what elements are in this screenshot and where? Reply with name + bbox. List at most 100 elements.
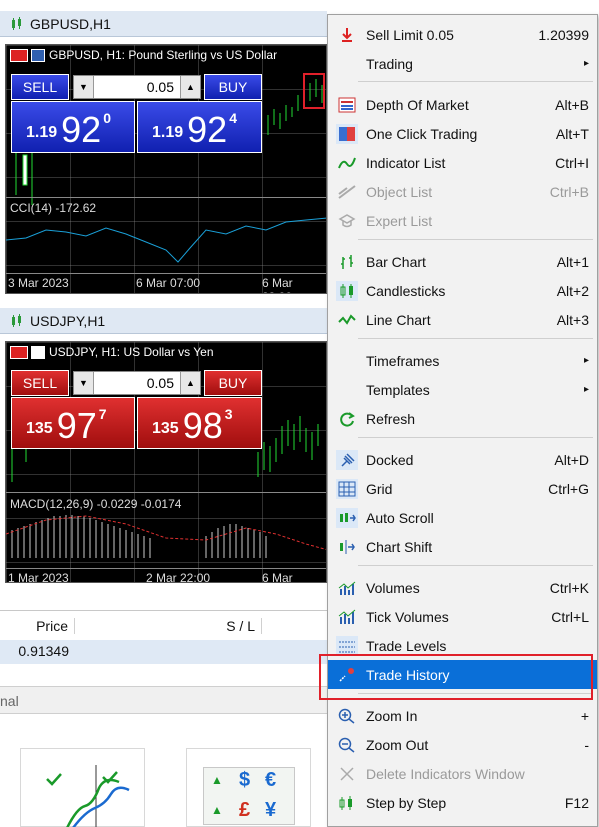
menu-item-step-by-step[interactable]: Step by Step F12 (328, 788, 597, 817)
one-click-trading-icon (336, 124, 358, 144)
trade-levels-icon (336, 636, 358, 656)
menu-item-label: Timeframes (366, 352, 440, 369)
menu-item-shortcut: Alt+D (554, 451, 589, 468)
grid-icon (336, 479, 358, 499)
menu-item-label: Indicator List (366, 154, 446, 171)
bottom-tab-strip: nal (0, 686, 327, 714)
menu-item-shortcut: Alt+B (555, 96, 589, 113)
macd-histogram (6, 515, 326, 558)
menu-item-timeframes[interactable]: Timeframes ▸ (328, 346, 597, 375)
chevron-up-icon[interactable]: ▲ (180, 372, 200, 394)
gbpusd-window-titlebar[interactable]: GBPUSD,H1 (0, 11, 327, 37)
gbpusd-volume-value[interactable]: 0.05 (94, 79, 180, 95)
market-watch-widget[interactable]: ▲ $ € ▲ £ ¥ (186, 748, 311, 827)
chart-context-menu: Sell Limit 0.05 1.20399 Trading ▸ Depth … (327, 14, 598, 827)
gbpusd-ask-price[interactable]: 1.19 92 4 (137, 101, 262, 153)
menu-item-label: Zoom Out (366, 736, 429, 753)
menu-item-label: Depth Of Market (366, 96, 469, 113)
menu-item-expert-list[interactable]: Expert List (328, 206, 597, 235)
menu-item-candlesticks[interactable]: Candlesticks Alt+2 (328, 276, 597, 305)
price-column-header[interactable]: Price (0, 618, 75, 634)
strategy-chart-icon (46, 765, 130, 827)
gbpusd-ask-prefix: 1.19 (152, 124, 184, 141)
usdjpy-ask-sup: 3 (224, 406, 233, 422)
expert-list-icon (336, 211, 358, 231)
menu-item-docked[interactable]: Docked Alt+D (328, 445, 597, 474)
menu-item-shortcut: 1.20399 (538, 26, 589, 43)
gbpusd-bid-prefix: 1.19 (26, 124, 58, 141)
menu-item-shortcut: + (580, 707, 589, 724)
menu-item-shortcut: Alt+T (555, 125, 589, 142)
menu-item-chart-shift[interactable]: Chart Shift (328, 532, 597, 561)
menu-item-label: Volumes (366, 579, 420, 596)
menu-item-depth-of-market[interactable]: Depth Of Market Alt+B (328, 90, 597, 119)
menu-item-label: Chart Shift (366, 538, 433, 555)
chevron-down-icon[interactable]: ▼ (74, 372, 94, 394)
gbpusd-bid-sup: 0 (103, 110, 111, 126)
menu-item-line-chart[interactable]: Line Chart Alt+3 (328, 305, 597, 334)
usdjpy-volume-field[interactable]: ▼ 0.05 ▲ (73, 371, 201, 395)
submenu-arrow-icon: ▸ (583, 355, 589, 366)
usdjpy-buy-button[interactable]: BUY (204, 370, 262, 396)
pound-icon: £ (239, 799, 251, 821)
menu-item-label: Templates (366, 381, 430, 398)
gbpusd-axis-label-1: 3 Mar 2023 (8, 276, 69, 290)
object-list-icon (336, 182, 358, 202)
euro-icon: € (265, 769, 277, 791)
menu-item-indicator-list[interactable]: Indicator List Ctrl+I (328, 148, 597, 177)
menu-item-templates[interactable]: Templates ▸ (328, 375, 597, 404)
chevron-down-icon[interactable]: ▼ (74, 76, 94, 98)
gbpusd-buy-button[interactable]: BUY (204, 74, 262, 100)
menu-item-shortcut: Ctrl+K (549, 579, 589, 596)
menu-item-zoom-in[interactable]: Zoom In + (328, 701, 597, 730)
journal-tab-label[interactable]: nal (0, 693, 19, 709)
strategy-widget[interactable] (20, 748, 145, 827)
menu-item-one-click-trading[interactable]: One Click Trading Alt+T (328, 119, 597, 148)
menu-item-shortcut: Ctrl+I (555, 154, 589, 171)
menu-item-auto-scroll[interactable]: Auto Scroll (328, 503, 597, 532)
menu-item-shortcut: Ctrl+G (548, 480, 589, 497)
usdjpy-ask-price[interactable]: 135 98 3 (137, 397, 262, 449)
usdjpy-axis-label-3: 6 Mar 06:00 (262, 571, 293, 583)
menu-item-label: Trading (366, 55, 413, 72)
gbpusd-axis-label-3: 6 Mar 23:00 (262, 276, 293, 293)
menu-item-label: Refresh (366, 410, 416, 427)
menu-item-shortcut: Ctrl+L (551, 608, 589, 625)
usdjpy-volume-value[interactable]: 0.05 (94, 375, 180, 391)
menu-item-tick-volumes[interactable]: Tick Volumes Ctrl+L (328, 602, 597, 631)
usdjpy-bid-price[interactable]: 135 97 7 (11, 397, 135, 449)
menu-item-volumes[interactable]: Volumes Ctrl+K (328, 573, 597, 602)
usdjpy-ask-prefix: 135 (152, 420, 179, 437)
menu-item-delete-indicators-window[interactable]: Delete Indicators Window (328, 759, 597, 788)
menu-item-object-list[interactable]: Object List Ctrl+B (328, 177, 597, 206)
menu-item-label: Object List (366, 183, 433, 200)
tick-volumes-icon (336, 607, 358, 627)
chevron-up-icon[interactable]: ▲ (180, 76, 200, 98)
table-row[interactable]: 0.91349 (0, 640, 327, 664)
menu-item-trading[interactable]: Trading ▸ (328, 49, 597, 78)
gbpusd-sell-button[interactable]: SELL (11, 74, 69, 100)
gbpusd-volume-field[interactable]: ▼ 0.05 ▲ (73, 75, 201, 99)
menu-item-refresh[interactable]: Refresh (328, 404, 597, 433)
usdjpy-axis-label-1: 1 Mar 2023 (8, 571, 69, 583)
menu-item-shortcut: Alt+1 (556, 253, 589, 270)
menu-item-zoom-out[interactable]: Zoom Out - (328, 730, 597, 759)
menu-item-label: Auto Scroll (366, 509, 434, 526)
menu-item-shortcut: - (584, 736, 589, 753)
menu-item-label: Tick Volumes (366, 608, 449, 625)
step-by-step-icon (336, 793, 358, 813)
menu-item-grid[interactable]: Grid Ctrl+G (328, 474, 597, 503)
gbpusd-bid-price[interactable]: 1.19 92 0 (11, 101, 135, 153)
usdjpy-bid-main: 97 (56, 405, 97, 446)
bar-chart-icon (336, 252, 358, 272)
sl-column-header[interactable]: S / L (76, 618, 262, 634)
menu-item-sell-limit[interactable]: Sell Limit 0.05 1.20399 (328, 20, 597, 49)
menu-item-label: Step by Step (366, 794, 447, 811)
usdjpy-bid-sup: 7 (98, 406, 107, 422)
usdjpy-window-titlebar[interactable]: USDJPY,H1 (0, 308, 327, 334)
usdjpy-sell-button[interactable]: SELL (11, 370, 69, 396)
menu-item-shortcut: F12 (564, 794, 589, 811)
usdjpy-indicator-label: MACD(12,26,9) -0.0229 -0.0174 (10, 497, 182, 511)
menu-item-bar-chart[interactable]: Bar Chart Alt+1 (328, 247, 597, 276)
price-cell: 0.91349 (18, 643, 69, 659)
